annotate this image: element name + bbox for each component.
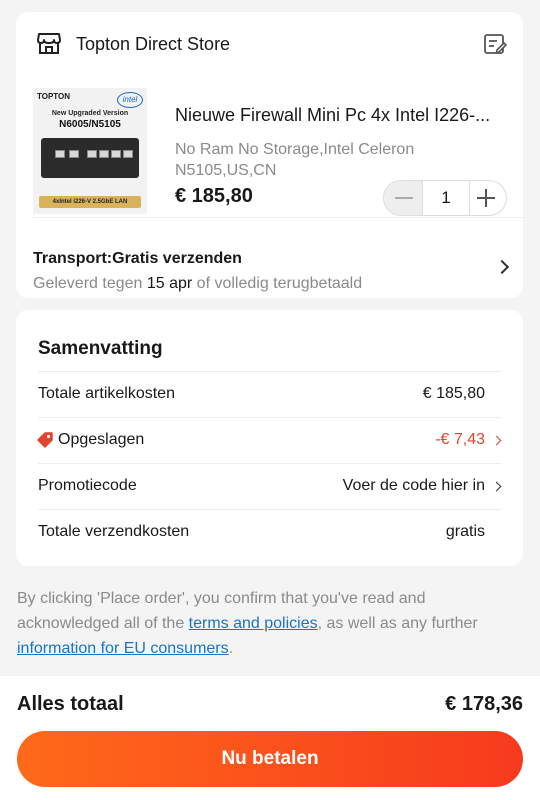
product-image[interactable]: TOPTON intel New Upgraded Version N6005/… [33, 88, 147, 214]
increase-quantity-button[interactable] [468, 181, 506, 215]
summary-label: Opgeslagen [58, 431, 145, 448]
total-label: Alles totaal [17, 693, 124, 715]
store-icon [37, 33, 61, 54]
chevron-right-icon [491, 481, 502, 492]
summary-row-saved[interactable]: Opgeslagen -€ 7,43 [16, 417, 523, 463]
summary-title: Samenvatting [38, 338, 163, 359]
shipping-row[interactable]: Transport:Gratis verzenden Geleverd tege… [16, 230, 523, 298]
summary-card: Samenvatting Totale artikelkosten € 185,… [16, 310, 523, 566]
chevron-right-icon [491, 435, 502, 446]
product-price: € 185,80 [175, 185, 253, 207]
image-model-text: N6005/N5105 [59, 119, 121, 130]
shipping-title: Transport:Gratis verzenden [33, 250, 242, 267]
summary-label: Promotiecode [38, 477, 137, 494]
checkout-footer: Alles totaal € 178,36 Nu betalen [0, 676, 540, 800]
promo-code-input[interactable]: Voer de code hier in [343, 477, 485, 495]
summary-value: gratis [445, 523, 485, 540]
summary-row-promo[interactable]: Promotiecode Voer de code hier in [16, 463, 523, 509]
legal-notice: By clicking 'Place order', you confirm t… [17, 590, 478, 657]
discount-tag-icon [37, 432, 53, 448]
device-illustration [41, 138, 139, 178]
divider [38, 371, 501, 372]
summary-value: € 185,80 [422, 385, 485, 402]
chevron-right-icon [494, 259, 510, 275]
store-header[interactable]: Topton Direct Store [16, 12, 523, 76]
divider [38, 509, 501, 510]
port-illustration [111, 150, 121, 158]
pay-now-button[interactable]: Nu betalen [17, 731, 523, 787]
image-brand-text: TOPTON [37, 92, 71, 101]
image-tag-text: New Upgraded Version [51, 110, 129, 117]
store-name[interactable]: Topton Direct Store [76, 34, 230, 55]
port-illustration [55, 150, 65, 158]
eu-info-link[interactable]: information for EU consumers [17, 640, 229, 657]
delivery-info: Geleverd tegen 15 apr of volledig terugb… [33, 275, 363, 292]
savings-value: -€ 7,43 [435, 431, 485, 448]
port-illustration [69, 150, 79, 158]
summary-row-item-cost: Totale artikelkosten € 185,80 [16, 371, 523, 417]
port-illustration [87, 150, 97, 158]
intel-logo: intel [117, 92, 143, 108]
summary-label: Totale verzendkosten [38, 523, 190, 540]
port-illustration [99, 150, 109, 158]
store-card: Topton Direct Store TOPTON intel New Upg… [16, 12, 523, 298]
note-edit-icon[interactable] [483, 32, 507, 56]
total-value: € 178,36 [445, 693, 523, 715]
terms-link[interactable]: terms and policies [189, 615, 318, 632]
delivery-date: 15 apr [146, 275, 193, 292]
summary-label: Totale artikelkosten [38, 385, 175, 402]
image-lan-text: 4xIntel i226-V 2.5GbE LAN [39, 196, 141, 208]
divider [33, 217, 523, 218]
product-title[interactable]: Nieuwe Firewall Mini Pc 4x Intel I226-..… [175, 105, 515, 126]
divider [38, 463, 501, 464]
decrease-quantity-button[interactable] [384, 181, 422, 215]
quantity-stepper[interactable]: 1 [383, 180, 507, 216]
summary-row-shipping-cost: Totale verzendkosten gratis [16, 509, 523, 555]
product-variant[interactable]: No Ram No Storage,Intel Celeron N5105,US… [175, 139, 475, 181]
quantity-value[interactable]: 1 [422, 181, 470, 215]
port-illustration [123, 150, 133, 158]
divider [38, 417, 501, 418]
